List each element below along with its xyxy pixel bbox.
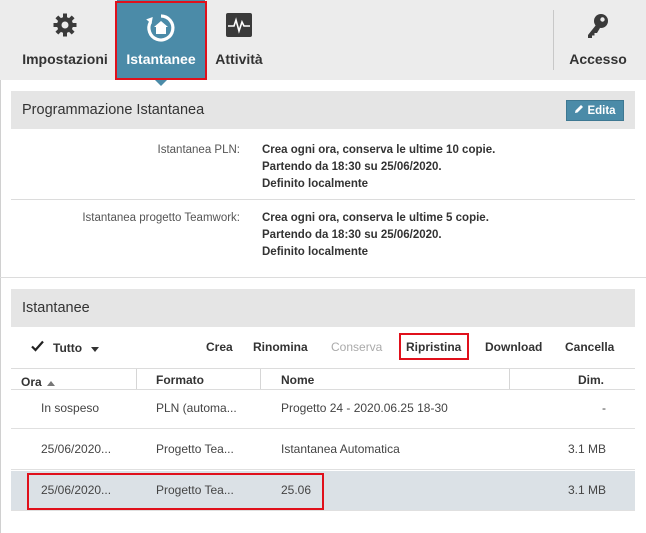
row-time: 25/06/2020...: [41, 442, 112, 456]
snapshots-title: Istantanee: [22, 300, 90, 316]
pln-line: Crea ogni ora, conserva le ultime 10 cop…: [262, 144, 496, 156]
snapshot-restore-icon: [145, 12, 177, 47]
snapshots-tab[interactable]: Istantanee: [117, 0, 205, 80]
active-tab-caret: [155, 80, 167, 86]
table-header-top-border: [11, 368, 635, 369]
teamwork-snapshot-value: Crea ogni ora, conserva le ultime 5 copi…: [262, 210, 489, 261]
column-header-format[interactable]: Formato: [156, 373, 204, 387]
activity-tab[interactable]: Attività: [208, 0, 270, 80]
divider: [0, 277, 646, 278]
selected-row-highlight: [27, 473, 324, 510]
column-separator: [136, 369, 137, 389]
top-toolbar: Impostazioni Istantanee Attività Accesso: [0, 0, 646, 80]
content-left-border: [0, 80, 1, 533]
teamwork-line: Partendo da 18:30 su 25/06/2020.: [262, 229, 442, 241]
pln-line: Partendo da 18:30 su 25/06/2020.: [262, 161, 442, 173]
gear-icon: [52, 12, 78, 41]
pln-snapshot-value: Crea ogni ora, conserva le ultime 10 cop…: [262, 142, 495, 193]
table-row[interactable]: In sospeso PLN (automa... Progetto 24 - …: [11, 389, 635, 429]
divider: [11, 199, 635, 200]
edit-button-label: Edita: [587, 104, 616, 117]
row-name: Istantanea Automatica: [281, 442, 400, 456]
row-time: In sospeso: [41, 401, 100, 415]
pln-snapshot-label: Istantanea PLN:: [157, 144, 240, 156]
column-separator: [260, 369, 261, 389]
access-tab-label: Accesso: [569, 51, 627, 67]
edit-button[interactable]: Edita: [566, 100, 624, 121]
schedule-title: Programmazione Istantanea: [22, 102, 205, 118]
teamwork-line: Crea ogni ora, conserva le ultime 5 copi…: [262, 212, 489, 224]
keep-button[interactable]: Conserva: [331, 340, 382, 354]
row-size: 3.1 MB: [567, 442, 606, 456]
schedule-section-header: Programmazione Istantanea Edita: [11, 91, 635, 129]
activity-tab-label: Attività: [215, 51, 263, 67]
row-format: Progetto Tea...: [156, 442, 234, 456]
rename-button[interactable]: Rinomina: [253, 340, 308, 354]
key-icon: [585, 12, 611, 43]
row-name: Progetto 24 - 2020.06.25 18-30: [281, 401, 448, 415]
teamwork-snapshot-label: Istantanea progetto Teamwork:: [82, 212, 240, 224]
snapshots-tab-label: Istantanee: [126, 51, 196, 67]
row-format: PLN (automa...: [156, 401, 237, 415]
pencil-icon: [574, 104, 584, 117]
pln-line: Definito localmente: [262, 178, 369, 190]
row-size: -: [602, 401, 606, 415]
toolbar-separator: [553, 10, 554, 70]
access-tab[interactable]: Accesso: [564, 0, 632, 80]
chevron-down-icon: [91, 339, 100, 357]
delete-button[interactable]: Cancella: [565, 340, 614, 354]
snapshots-section-header: Istantanee: [11, 289, 635, 327]
download-button[interactable]: Download: [485, 340, 542, 354]
create-button[interactable]: Crea: [206, 340, 233, 354]
select-all-label: Tutto: [53, 341, 83, 355]
activity-monitor-icon: [225, 12, 253, 41]
checkmark-icon: [31, 339, 44, 357]
row-size: 3.1 MB: [567, 483, 606, 497]
settings-tab[interactable]: Impostazioni: [16, 0, 114, 80]
teamwork-line: Definito localmente: [262, 246, 369, 258]
settings-tab-label: Impostazioni: [22, 51, 108, 67]
column-header-name[interactable]: Nome: [281, 373, 314, 387]
table-row[interactable]: 25/06/2020... Progetto Tea... Istantanea…: [11, 430, 635, 470]
column-separator: [509, 369, 510, 389]
column-header-time-label: Ora: [21, 375, 42, 389]
restore-button-highlight: [399, 333, 469, 360]
select-all-dropdown[interactable]: Tutto: [31, 339, 100, 357]
column-header-size[interactable]: Dim.: [578, 373, 604, 387]
